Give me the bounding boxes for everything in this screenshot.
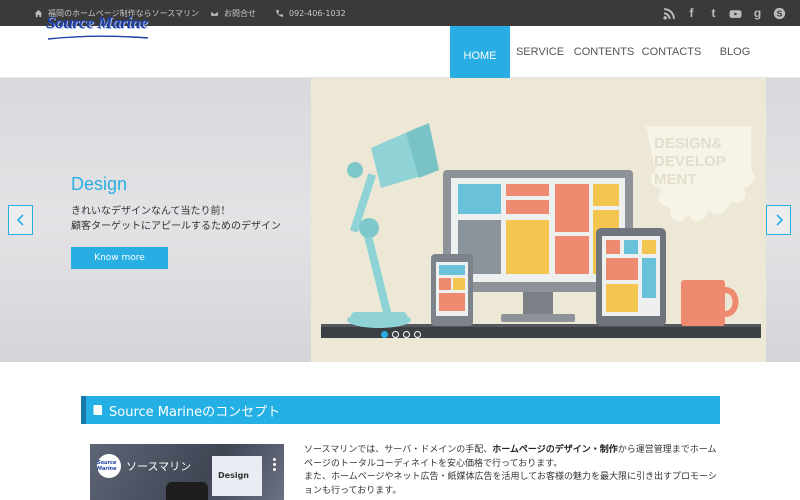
video-play-icon[interactable]: [166, 482, 208, 500]
youtube-icon[interactable]: [729, 7, 742, 20]
home-icon: [34, 9, 43, 17]
slide-description: きれいなデザインなんて当たり前！ 顧客ターゲットにアピールするためのデザイン: [71, 204, 281, 234]
art-text-3: MENT: [654, 171, 697, 188]
nav-service[interactable]: SERVICE: [512, 26, 568, 78]
concept-text-bold: ホームページのデザイン・制作: [492, 445, 618, 455]
envelope-icon: [210, 10, 219, 16]
slider-dot-3[interactable]: [403, 331, 410, 338]
nav-contents[interactable]: CONTENTS: [574, 26, 635, 78]
concept-description: ソースマリンでは、サーバ・ドメインの手配、ホームページのデザイン・制作から運営管…: [304, 444, 724, 498]
slide-line-2: 顧客ターゲットにアピールするためのデザイン: [71, 221, 281, 232]
logo-swoosh-icon: [47, 35, 149, 40]
rss-icon[interactable]: [663, 7, 676, 20]
hero-slider: DESIGN& DEVELOP MENT Design きれいなデザインなんて当…: [0, 78, 800, 362]
video-title: ソースマリン: [126, 460, 192, 473]
video-channel-logo: Source Marine: [97, 454, 121, 478]
slider-next-button[interactable]: [766, 205, 791, 235]
skype-icon[interactable]: S: [773, 7, 786, 20]
slider-dot-4[interactable]: [414, 331, 421, 338]
slide-illustration: DESIGN& DEVELOP MENT: [311, 78, 766, 362]
phone-text: 092-406-1032: [289, 8, 346, 18]
concept-text-line2: また、ホームページやネット広告・紙媒体広告を活用してお客様の魅力を最大限に引き出…: [304, 472, 717, 496]
art-text-2: DEVELOP: [654, 153, 726, 170]
concept-heading: Source Marineのコンセプト: [81, 396, 720, 424]
phone-icon: [276, 9, 284, 17]
facebook-icon[interactable]: f: [685, 6, 698, 20]
slide-line-1: きれいなデザインなんて当たり前！: [71, 206, 231, 217]
site-logo[interactable]: Source Marine: [46, 13, 148, 33]
slider-dot-1[interactable]: [381, 331, 388, 338]
chevron-left-icon: [16, 214, 24, 226]
google-plus-icon[interactable]: g: [751, 6, 764, 20]
contact-text: お問合せ: [224, 8, 256, 18]
know-more-button[interactable]: Know more: [71, 247, 168, 269]
concept-heading-text: Source Marineのコンセプト: [109, 404, 281, 420]
slider-dots: [381, 331, 421, 338]
twitter-icon[interactable]: t: [707, 6, 720, 20]
svg-text:S: S: [777, 8, 783, 18]
social-links: f t g S: [663, 0, 786, 26]
nav-contacts[interactable]: CONTACTS: [641, 26, 702, 78]
contact-link[interactable]: お問合せ: [210, 0, 256, 26]
chevron-right-icon: [775, 214, 783, 226]
nav-blog[interactable]: BLOG: [714, 26, 756, 78]
slide-title: Design: [71, 174, 128, 194]
concept-text-before: ソースマリンでは、サーバ・ドメインの手配、: [304, 445, 493, 455]
video-menu-icon[interactable]: [273, 458, 276, 473]
phone-link[interactable]: 092-406-1032: [275, 0, 346, 26]
video-thumbnail-card: Design: [212, 456, 262, 496]
concept-video[interactable]: Source Marine ソースマリン Design: [90, 444, 284, 500]
book-icon: [93, 405, 102, 415]
nav-home[interactable]: HOME: [450, 26, 510, 86]
video-card-text: Design: [218, 471, 249, 480]
design-development-illustration: DESIGN& DEVELOP MENT: [321, 123, 761, 338]
slider-dot-2[interactable]: [392, 331, 399, 338]
art-text-1: DESIGN&: [654, 135, 723, 152]
slider-prev-button[interactable]: [8, 205, 33, 235]
